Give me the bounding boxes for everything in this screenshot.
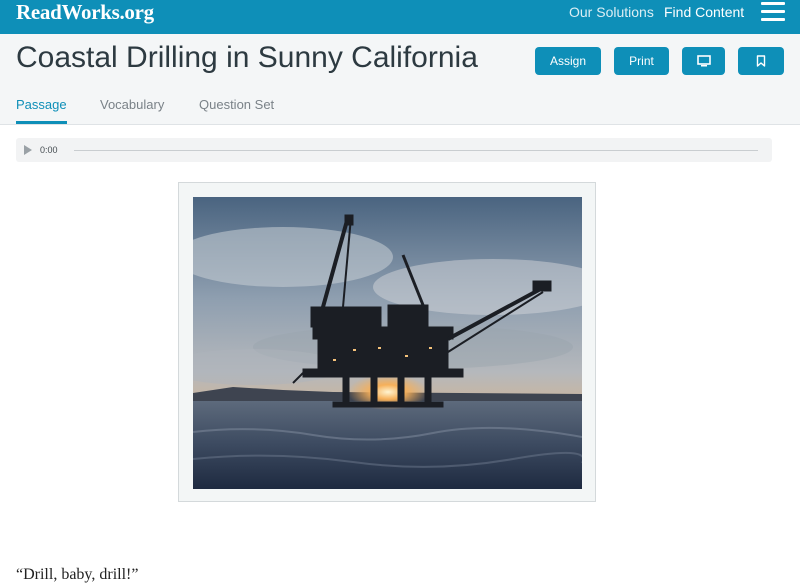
- nav-our-solutions[interactable]: Our Solutions: [569, 4, 654, 20]
- bookmark-icon: [756, 55, 766, 67]
- audio-progress-track[interactable]: [74, 150, 758, 151]
- audio-player: 0:00: [16, 138, 772, 162]
- active-tab-indicator: [16, 121, 67, 124]
- passage-image: [193, 197, 582, 489]
- passage-text: “Drill, baby, drill!”: [16, 566, 139, 583]
- tab-passage[interactable]: Passage: [16, 97, 67, 113]
- top-navigation-bar: ReadWorks.org Our Solutions Find Content: [0, 0, 800, 34]
- play-icon[interactable]: [24, 145, 32, 155]
- tab-vocabulary[interactable]: Vocabulary: [100, 97, 164, 113]
- nav-find-content[interactable]: Find Content: [664, 4, 744, 20]
- hamburger-menu-icon[interactable]: [761, 1, 785, 21]
- bookmark-button[interactable]: [738, 47, 784, 75]
- monitor-icon: [696, 55, 711, 67]
- tab-question-set[interactable]: Question Set: [199, 97, 274, 113]
- print-button[interactable]: Print: [614, 47, 669, 75]
- assign-button[interactable]: Assign: [535, 47, 601, 75]
- audio-time: 0:00: [40, 145, 58, 155]
- page-title: Coastal Drilling in Sunny California: [16, 41, 478, 74]
- present-button[interactable]: [682, 47, 725, 75]
- passage-image-frame: [178, 182, 596, 502]
- readworks-logo[interactable]: ReadWorks.org: [16, 0, 154, 24]
